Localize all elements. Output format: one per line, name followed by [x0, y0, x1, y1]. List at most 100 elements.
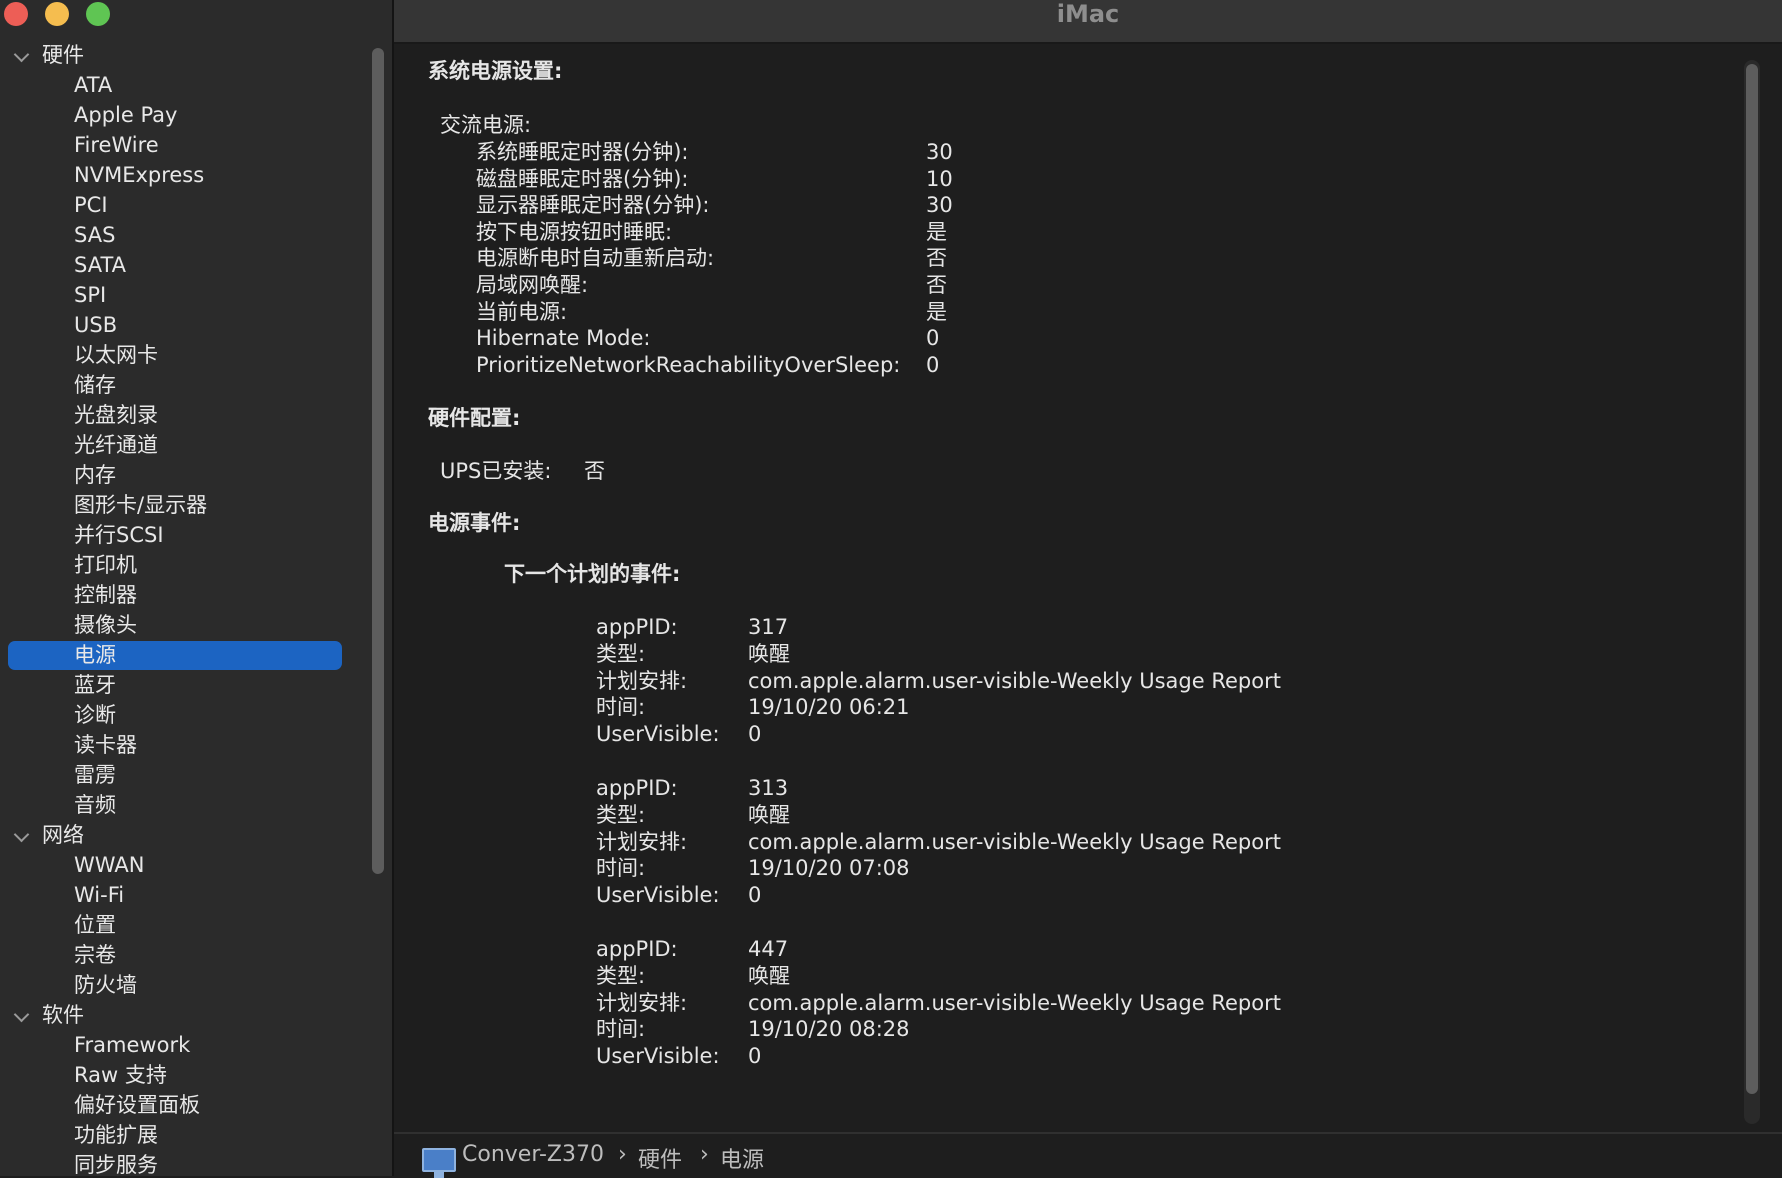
sidebar-item[interactable]: 位置 — [0, 910, 360, 940]
path-category[interactable]: 硬件 — [638, 1142, 682, 1174]
sidebar-item[interactable]: FireWire — [0, 130, 360, 160]
sidebar-group-label: 网络 — [42, 823, 84, 847]
sidebar-item[interactable]: 控制器 — [0, 580, 360, 610]
event-field-label: 计划安排: — [596, 668, 688, 693]
sidebar-item[interactable]: 功能扩展 — [0, 1120, 360, 1150]
sidebar-item[interactable]: 雷雳 — [0, 760, 360, 790]
event-field-value: 19/10/20 08:28 — [748, 1017, 910, 1042]
power-setting-label: 系统睡眠定时器(分钟): — [476, 140, 689, 164]
sidebar-item-label: FireWire — [74, 133, 159, 157]
power-setting-label: 局域网唤醒: — [476, 273, 589, 297]
event-field-label: 类型: — [596, 802, 646, 827]
path-item[interactable]: 电源 — [720, 1142, 764, 1174]
path-computer[interactable]: Conver-Z370 — [462, 1142, 604, 1167]
power-setting-label: PrioritizeNetworkReachabilityOverSleep: — [476, 352, 901, 377]
sidebar-item[interactable]: 蓝牙 — [0, 670, 360, 700]
content-scrollbar[interactable] — [1744, 60, 1760, 1124]
sidebar-item[interactable]: 并行SCSI — [0, 520, 360, 550]
minimize-button[interactable] — [45, 2, 69, 26]
sidebar-item-label: SAS — [74, 223, 116, 247]
sidebar-item[interactable]: 光纤通道 — [0, 430, 360, 460]
sidebar-item[interactable]: 防火墙 — [0, 970, 360, 1000]
sidebar-item[interactable]: 读卡器 — [0, 730, 360, 760]
chevron-down-icon[interactable] — [13, 1006, 30, 1023]
close-button[interactable] — [4, 2, 28, 26]
sidebar-item-label: 以太网卡 — [74, 343, 158, 367]
next-scheduled-events-label: 下一个计划的事件: — [504, 562, 681, 586]
event-field-label: appPID: — [596, 937, 678, 961]
sidebar-item-label: 读卡器 — [74, 733, 137, 757]
sidebar-group[interactable]: 硬件 — [0, 40, 360, 70]
sidebar-item[interactable]: ATA — [0, 70, 360, 100]
sidebar-item-label: 位置 — [74, 913, 116, 937]
sidebar-item[interactable]: WWAN — [0, 850, 360, 880]
sidebar-item[interactable]: 摄像头 — [0, 610, 360, 640]
sidebar-item-label: SPI — [74, 283, 107, 307]
sidebar-item[interactable]: 以太网卡 — [0, 340, 360, 370]
zoom-button[interactable] — [86, 2, 110, 26]
sidebar-item-label: 光盘刻录 — [74, 403, 158, 427]
sidebar-item[interactable]: 打印机 — [0, 550, 360, 580]
power-setting-value: 10 — [926, 166, 953, 191]
system-power-heading: 系统电源设置: — [428, 59, 563, 83]
sidebar-item[interactable]: 同步服务 — [0, 1150, 360, 1176]
sidebar-group[interactable]: 网络 — [0, 820, 360, 850]
sidebar-item-label: 摄像头 — [74, 613, 137, 637]
power-setting-value: 0 — [926, 326, 940, 351]
sidebar-item[interactable]: 储存 — [0, 370, 360, 400]
event-field-value: com.apple.alarm.user-visible-Weekly Usag… — [748, 829, 1281, 854]
sidebar-item[interactable]: 音频 — [0, 790, 360, 820]
sidebar-item-label: 并行SCSI — [74, 523, 164, 547]
event-field-value: 唤醒 — [748, 641, 790, 666]
sidebar-item[interactable]: 图形卡/显示器 — [0, 490, 360, 520]
sidebar-item[interactable]: 偏好设置面板 — [0, 1090, 360, 1120]
power-setting-label: 当前电源: — [476, 299, 568, 324]
hardware-config-heading: 硬件配置: — [428, 406, 521, 430]
event-field-label: 计划安排: — [596, 829, 688, 854]
sidebar-item-label: 内存 — [74, 463, 116, 487]
sidebar-item[interactable]: NVMExpress — [0, 160, 360, 190]
sidebar-item-label: Wi-Fi — [74, 883, 125, 907]
sidebar-item-label: Apple Pay — [74, 103, 178, 127]
sidebar-scrollbar[interactable] — [372, 48, 384, 874]
sidebar-item-label: 蓝牙 — [74, 673, 116, 697]
sidebar-item-label: 图形卡/显示器 — [74, 493, 208, 517]
title-bar: iMac — [394, 0, 1782, 44]
detail-pane: 系统电源设置: 交流电源: 硬件配置: UPS已安装: 否 电源事件: 下一个计… — [394, 44, 1782, 1132]
sidebar-item-label: 功能扩展 — [74, 1123, 158, 1147]
event-field-value: 317 — [748, 615, 789, 639]
sidebar-item[interactable]: 内存 — [0, 460, 360, 490]
event-field-label: UserVisible: — [596, 883, 720, 908]
sidebar-item[interactable]: Wi-Fi — [0, 880, 360, 910]
sidebar-item[interactable]: 诊断 — [0, 700, 360, 730]
sidebar-item[interactable]: Raw 支持 — [0, 1060, 360, 1090]
sidebar-item-label: USB — [74, 313, 118, 337]
sidebar-item[interactable]: 电源 — [0, 640, 360, 670]
sidebar-item[interactable]: SPI — [0, 280, 360, 310]
sidebar-item[interactable]: Apple Pay — [0, 100, 360, 130]
sidebar-group[interactable]: 软件 — [0, 1000, 360, 1030]
sidebar-group-label: 软件 — [42, 1003, 84, 1027]
content-scrollbar-thumb[interactable] — [1746, 64, 1758, 1094]
event-field-label: UserVisible: — [596, 722, 720, 747]
power-setting-label: 按下电源按钮时睡眠: — [476, 219, 673, 244]
sidebar-item[interactable]: SATA — [0, 250, 360, 280]
power-setting-value: 30 — [926, 193, 953, 218]
sidebar-item-label: SATA — [74, 253, 127, 277]
sidebar-item[interactable]: PCI — [0, 190, 360, 220]
chevron-down-icon[interactable] — [13, 826, 30, 843]
sidebar-item[interactable]: SAS — [0, 220, 360, 250]
power-setting-label: Hibernate Mode: — [476, 326, 651, 351]
chevron-down-icon[interactable] — [13, 46, 30, 63]
sidebar-item-label: 诊断 — [74, 703, 116, 727]
ups-installed-label: UPS已安装: — [440, 459, 552, 483]
sidebar-item[interactable]: USB — [0, 310, 360, 340]
sidebar-item[interactable]: 光盘刻录 — [0, 400, 360, 430]
sidebar-item[interactable]: Framework — [0, 1030, 360, 1060]
power-setting-value: 否 — [926, 273, 947, 297]
sidebar-item[interactable]: 宗卷 — [0, 940, 360, 970]
sidebar-item-label: 储存 — [74, 373, 116, 397]
event-field-value: 0 — [748, 883, 762, 908]
sidebar: 硬件 ATA Apple Pay FireWire NVMExpress PCI SAS SA… — [0, 0, 394, 1176]
event-field-value: 0 — [748, 1044, 762, 1069]
